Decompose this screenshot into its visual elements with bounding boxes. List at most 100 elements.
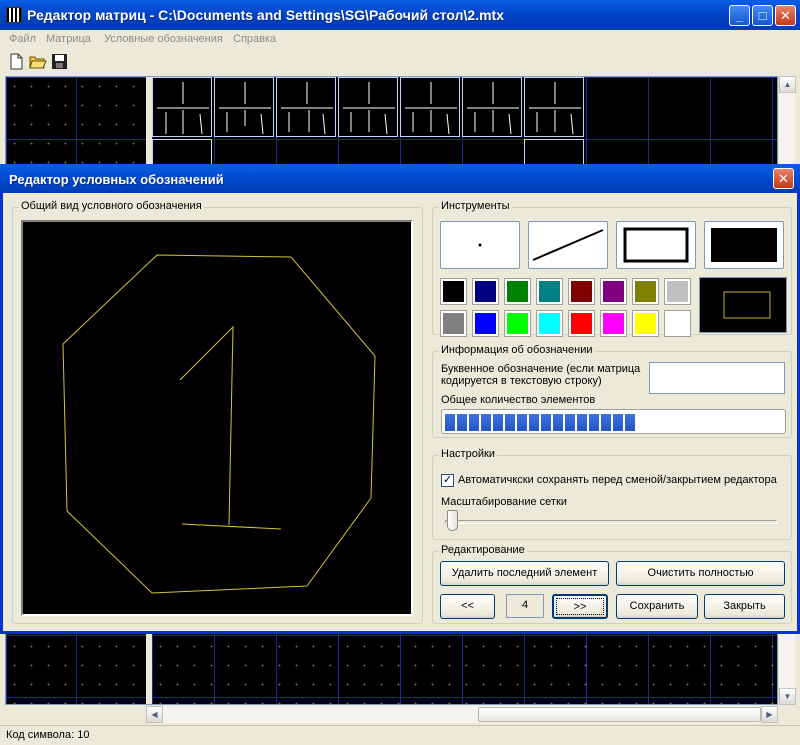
scale-slider-track[interactable] xyxy=(445,520,777,524)
horizontal-scroll-thumb[interactable] xyxy=(478,707,761,722)
menu-matrix[interactable]: Матрица xyxy=(46,33,91,45)
progress-block xyxy=(541,414,551,431)
color-swatch[interactable] xyxy=(440,278,467,305)
color-swatch[interactable] xyxy=(664,278,691,305)
color-swatch[interactable] xyxy=(472,310,499,337)
edit-group-legend: Редактирование xyxy=(439,544,527,556)
symbol-cell[interactable] xyxy=(338,77,398,137)
grid-dots xyxy=(6,77,146,165)
symbol-cell[interactable] xyxy=(214,77,274,137)
count-label: Общее количество элементов xyxy=(441,394,596,406)
edit-group: Редактирование Удалить последний элемент… xyxy=(432,544,792,624)
status-label: Код символа: xyxy=(6,729,75,741)
app-icon xyxy=(6,7,22,23)
grid-dots xyxy=(6,637,146,704)
current-color-sample xyxy=(723,291,771,319)
point-tool-button[interactable] xyxy=(440,221,520,269)
page-number: 4 xyxy=(506,594,544,618)
symbol-cell[interactable] xyxy=(462,77,522,137)
rectangle-icon xyxy=(623,227,689,263)
close-button[interactable]: ✕ xyxy=(775,5,796,26)
settings-group: Настройки ✓ Автоматичкски сохранять пере… xyxy=(432,448,792,540)
letter-label-line2: кодируется в текстовую строку) xyxy=(441,375,602,387)
info-group-legend: Информация об обозначении xyxy=(439,344,595,356)
color-swatch[interactable] xyxy=(536,278,563,305)
progress-block xyxy=(481,414,491,431)
current-color-preview xyxy=(699,277,787,333)
color-swatch[interactable] xyxy=(632,278,659,305)
menu-bar: Файл Матрица Условные обозначения Справк… xyxy=(0,30,800,50)
progress-block xyxy=(613,414,623,431)
line-icon xyxy=(532,229,604,261)
symbol-editor-dialog: Редактор условных обозначений ✕ Общий ви… xyxy=(0,164,800,634)
toolbar xyxy=(0,50,800,74)
color-swatch[interactable] xyxy=(504,278,531,305)
maximize-button[interactable]: □ xyxy=(752,5,773,26)
scroll-down-icon[interactable]: ▼ xyxy=(779,688,796,705)
progress-block xyxy=(469,414,479,431)
letter-code-input[interactable] xyxy=(649,362,785,394)
progress-block xyxy=(493,414,503,431)
symbol-cell[interactable] xyxy=(400,77,460,137)
grid-dots xyxy=(152,637,777,704)
autosave-label: Автоматичкски сохранять перед сменой/зак… xyxy=(458,474,777,486)
filled-rectangle-tool-button[interactable] xyxy=(704,221,784,269)
color-swatch[interactable] xyxy=(664,310,691,337)
status-bar: Код символа: 10 xyxy=(0,725,800,745)
scale-slider-thumb[interactable] xyxy=(447,510,458,531)
progress-block xyxy=(529,414,539,431)
symbol-drawing xyxy=(62,254,376,594)
save-button[interactable]: Сохранить xyxy=(616,594,698,619)
new-file-icon[interactable] xyxy=(7,53,25,70)
horizontal-scrollbar[interactable]: ◀ ▶ xyxy=(146,706,778,723)
dialog-close-action-button[interactable]: Закрыть xyxy=(704,594,785,619)
scale-label: Масштабирование сетки xyxy=(441,496,567,508)
symbol-cell[interactable] xyxy=(276,77,336,137)
dialog-title: Редактор условных обозначений xyxy=(9,172,224,187)
color-swatch[interactable] xyxy=(504,310,531,337)
color-swatch[interactable] xyxy=(568,278,595,305)
progress-block xyxy=(553,414,563,431)
menu-help[interactable]: Справка xyxy=(233,33,276,45)
line-tool-button[interactable] xyxy=(528,221,608,269)
color-swatch[interactable] xyxy=(536,310,563,337)
prev-button[interactable]: << xyxy=(440,594,495,619)
progress-block xyxy=(577,414,587,431)
open-folder-icon[interactable] xyxy=(29,53,47,70)
main-title-bar: Редактор матриц - C:\Documents and Setti… xyxy=(0,0,800,30)
color-swatch[interactable] xyxy=(440,310,467,337)
scroll-up-icon[interactable]: ▲ xyxy=(779,76,796,93)
preview-group-legend: Общий вид условного обозначения xyxy=(19,200,204,212)
info-group: Информация об обозначении Буквенное обоз… xyxy=(432,344,792,438)
progress-block xyxy=(589,414,599,431)
tools-group: Инструменты xyxy=(432,200,792,337)
progress-block xyxy=(445,414,455,431)
element-count-progress xyxy=(441,409,786,434)
dialog-close-button[interactable]: ✕ xyxy=(773,168,794,189)
window-title: Редактор матриц - C:\Documents and Setti… xyxy=(27,7,504,23)
symbol-cell[interactable] xyxy=(152,77,212,137)
color-swatch[interactable] xyxy=(600,278,627,305)
symbol-cell[interactable] xyxy=(524,77,584,137)
point-icon xyxy=(478,243,482,247)
save-disk-icon[interactable] xyxy=(51,53,69,70)
scroll-left-icon[interactable]: ◀ xyxy=(146,706,163,723)
color-swatch[interactable] xyxy=(472,278,499,305)
status-symbol-code: Код символа: 10 xyxy=(6,729,89,741)
symbol-canvas[interactable] xyxy=(21,220,413,616)
color-swatch[interactable] xyxy=(632,310,659,337)
scroll-right-icon[interactable]: ▶ xyxy=(761,706,778,723)
color-swatch[interactable] xyxy=(600,310,627,337)
letter-label-line1: Буквенное обозначение (если матрица xyxy=(441,363,641,375)
color-swatch[interactable] xyxy=(568,310,595,337)
menu-symbols[interactable]: Условные обозначения xyxy=(104,33,223,45)
rectangle-tool-button[interactable] xyxy=(616,221,696,269)
menu-file[interactable]: Файл xyxy=(9,33,36,45)
minimize-button[interactable]: _ xyxy=(729,5,750,26)
progress-block xyxy=(625,414,635,431)
autosave-checkbox[interactable]: ✓ xyxy=(441,474,454,487)
next-button[interactable]: >> xyxy=(552,594,608,619)
progress-block xyxy=(457,414,467,431)
clear-all-button[interactable]: Очистить полностью xyxy=(616,561,785,586)
delete-last-button[interactable]: Удалить последний элемент xyxy=(440,561,609,586)
